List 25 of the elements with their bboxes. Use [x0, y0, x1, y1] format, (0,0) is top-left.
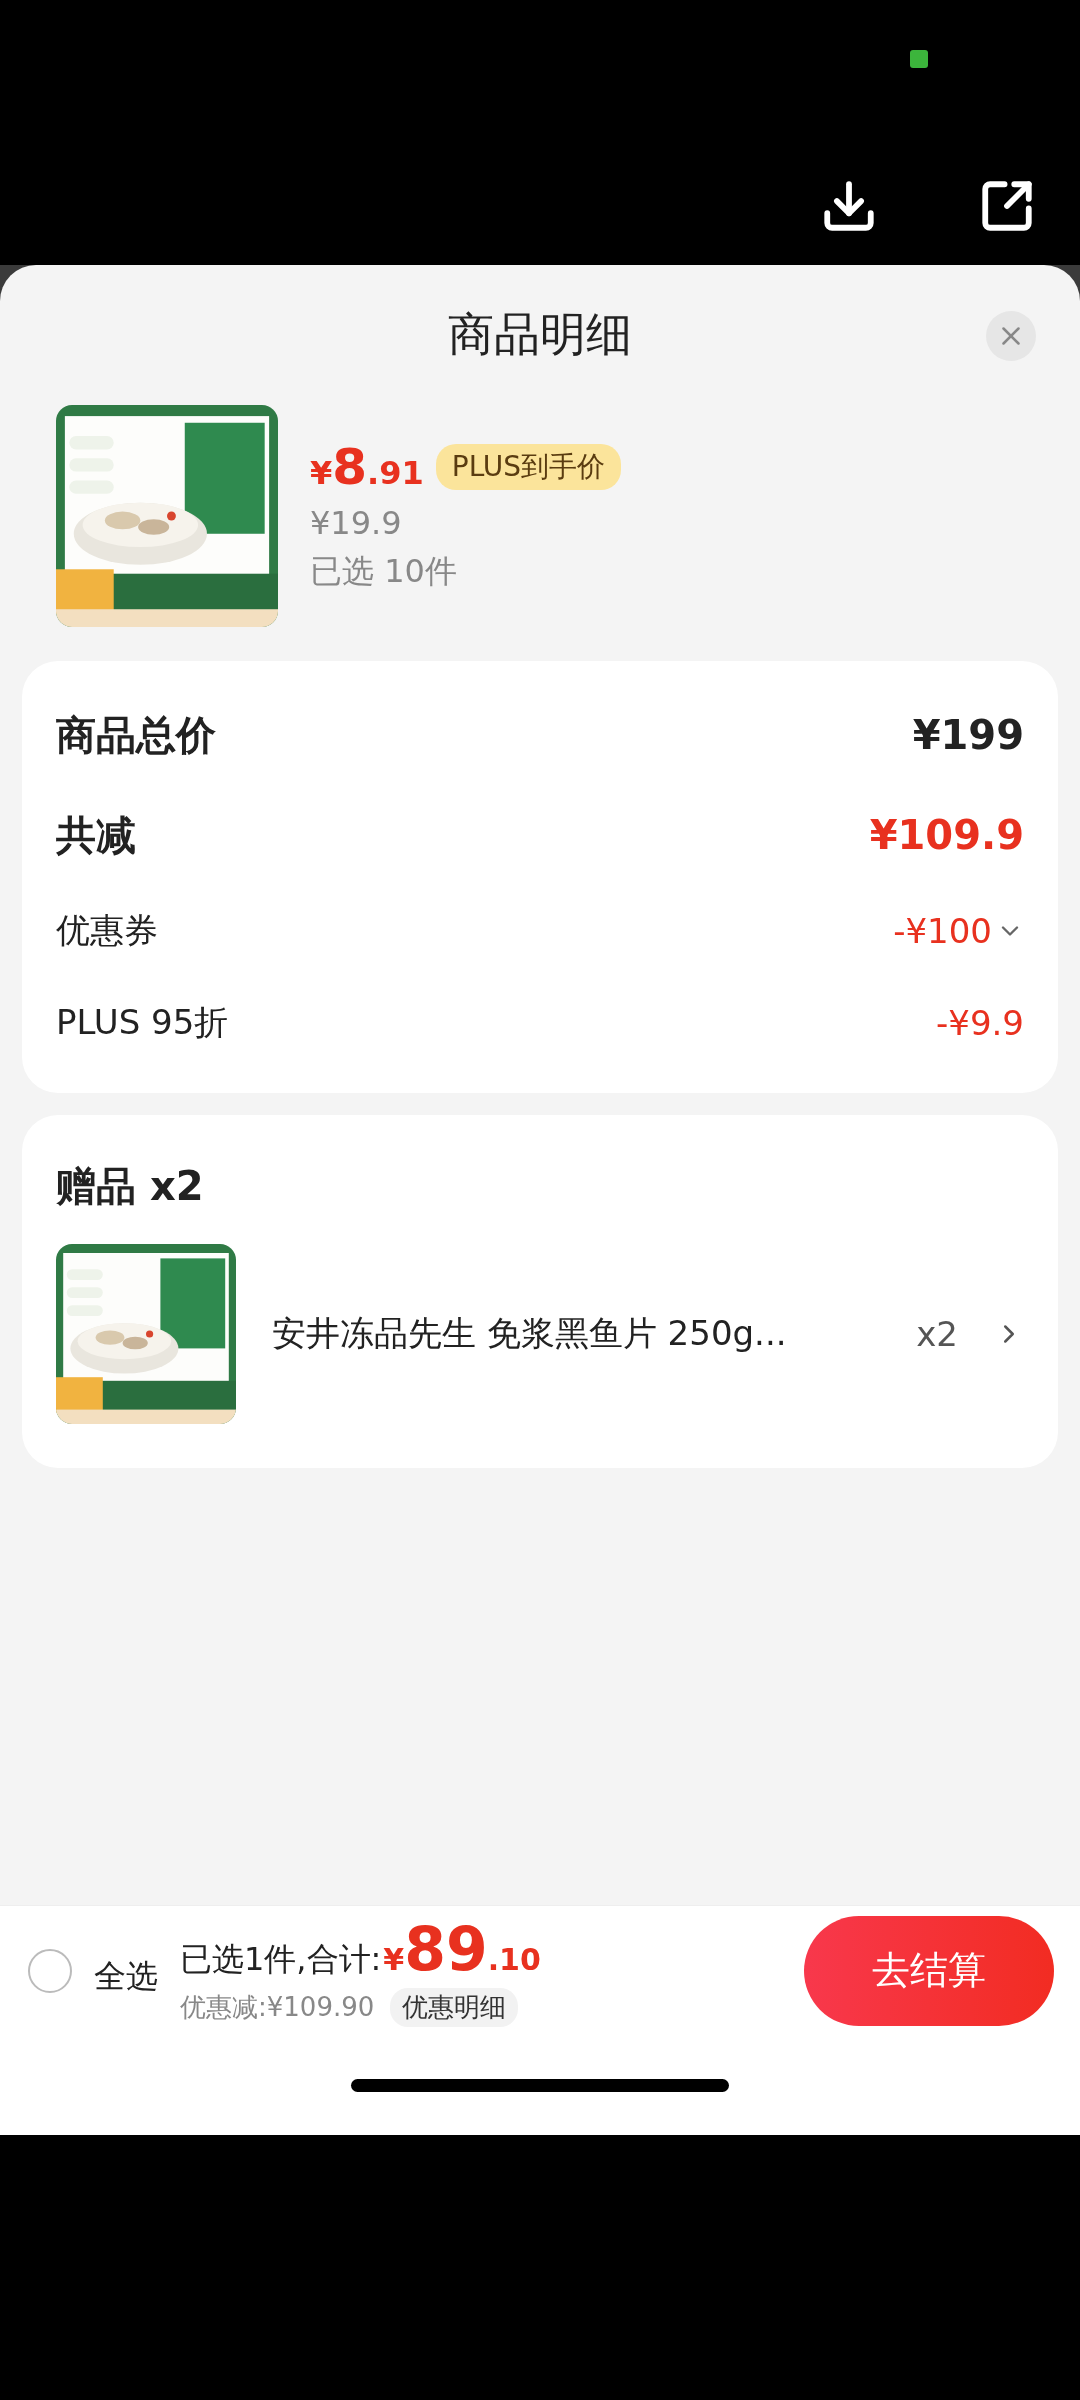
discount-details-button[interactable]: 优惠明细	[390, 1988, 519, 2027]
sheet-title: 商品明细	[448, 306, 632, 363]
gift-name: 安井冻品先生 免浆黑鱼片 250g...	[272, 1312, 788, 1355]
status-indicator-icon	[910, 50, 928, 68]
gift-quantity: x2	[916, 1314, 958, 1354]
summary-label: 商品总价	[56, 710, 216, 760]
product-price: ¥8.91	[310, 438, 424, 496]
summary-value: -¥100	[893, 911, 992, 951]
checkout-button[interactable]: 去结算	[804, 1915, 1054, 2026]
savings-text: 优惠减:¥109.90	[180, 1991, 375, 2024]
price-tag: PLUS到手价	[435, 444, 622, 490]
close-button[interactable]	[986, 311, 1036, 361]
gift-title: 赠品 x2	[56, 1162, 205, 1211]
summary-label: 共减	[56, 810, 136, 860]
summary-value: -¥9.9	[936, 1003, 1024, 1043]
total-price: ¥89.10	[383, 1914, 541, 1984]
summary-label: PLUS 95折	[56, 1001, 229, 1044]
summary-value: ¥109.9	[869, 812, 1024, 858]
summary-label: 优惠券	[56, 909, 158, 952]
selected-count: 已选 10件	[310, 551, 458, 592]
total-label: 已选1件,合计:	[180, 1939, 382, 1980]
select-all-label: 全选	[94, 1955, 158, 1997]
summary-value: ¥199	[912, 712, 1024, 758]
original-price: ¥19.9	[310, 504, 403, 542]
select-all-checkbox[interactable]	[28, 1948, 72, 1993]
